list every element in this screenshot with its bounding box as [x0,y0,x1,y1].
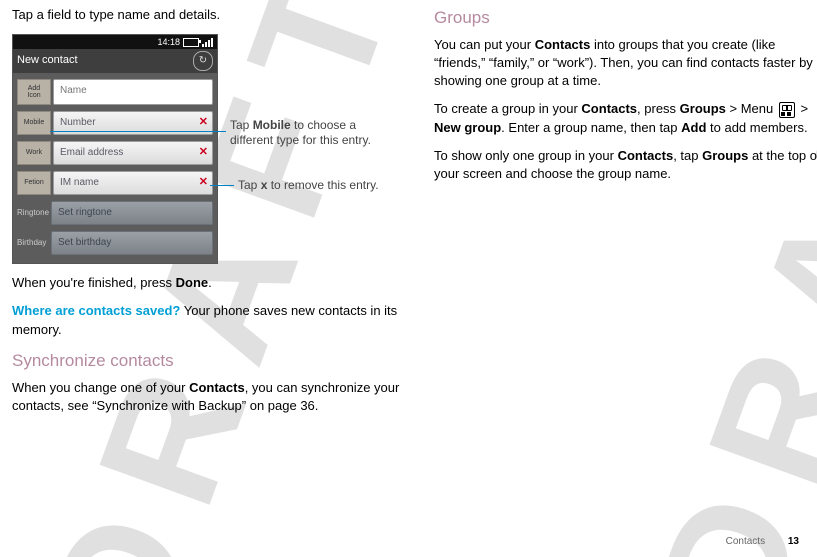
saved-text: Where are contacts saved? Your phone sav… [12,302,400,338]
email-field[interactable]: Email address ✕ [53,141,213,165]
signal-icon [202,38,213,47]
fetion-type-label[interactable]: Fetion [17,171,51,195]
delete-email-icon[interactable]: ✕ [199,145,208,160]
groups-heading: Groups [434,6,817,30]
callout-mobile-type: Tap Mobile to choose a different type fo… [230,118,400,148]
refresh-icon[interactable]: ↻ [193,51,213,71]
groups-p2: To create a group in your Contacts, pres… [434,100,817,136]
callout-line [50,131,226,132]
battery-icon [183,38,199,47]
clock: 14:18 [157,36,180,49]
footer-section: Contacts [726,536,765,547]
add-icon-button[interactable]: Add Icon [17,79,51,105]
work-type-label[interactable]: Work [17,141,51,165]
phone-mockup: 14:18 New contact ↻ Add Icon Name Mobile [12,34,218,264]
set-ringtone-button[interactable]: Set ringtone [51,201,213,225]
status-bar: 14:18 [13,35,217,49]
im-field[interactable]: IM name ✕ [53,171,213,195]
number-placeholder: Number [60,117,96,128]
email-placeholder: Email address [60,147,123,158]
finished-text: When you're finished, press Done. [12,274,400,292]
screen-title: New contact [17,53,78,68]
groups-p1: You can put your Contacts into groups th… [434,36,817,91]
ringtone-label: Ringtone [17,201,49,225]
callout-remove-entry: Tap x to remove this entry. [238,178,408,193]
sync-heading: Synchronize contacts [12,349,400,373]
intro-text: Tap a field to type name and details. [12,6,400,24]
page-number: 13 [788,536,799,547]
name-field[interactable]: Name [53,79,213,105]
delete-im-icon[interactable]: ✕ [199,175,208,190]
im-placeholder: IM name [60,177,99,188]
delete-number-icon[interactable]: ✕ [199,115,208,130]
set-birthday-button[interactable]: Set birthday [51,231,213,255]
menu-icon [779,102,795,118]
birthday-label: Birthday [17,231,49,255]
mobile-type-label[interactable]: Mobile [17,111,51,135]
sync-text: When you change one of your Contacts, yo… [12,379,400,415]
footer: Contacts 13 [726,536,799,547]
groups-p3: To show only one group in your Contacts,… [434,147,817,183]
title-bar: New contact ↻ [13,49,217,73]
callout-line [210,185,234,186]
